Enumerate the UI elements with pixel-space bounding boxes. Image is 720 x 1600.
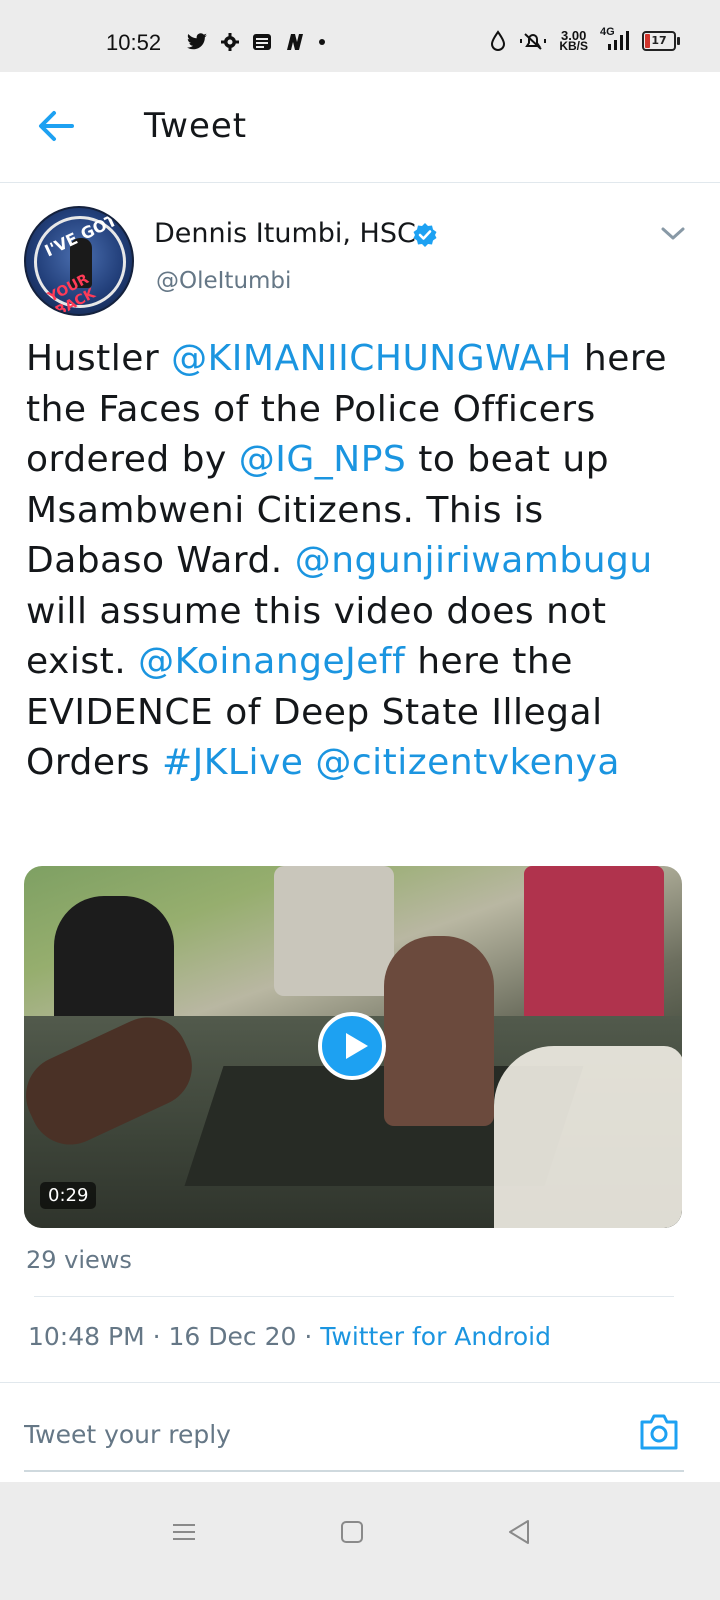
meta-separator: · bbox=[144, 1322, 169, 1351]
tweet-text: Hustler @KIMANIICHUNGWAH here the Faces … bbox=[26, 334, 686, 789]
verified-badge-icon bbox=[413, 223, 437, 247]
status-time: 10:52 bbox=[106, 30, 162, 55]
mute-bell-icon bbox=[520, 33, 547, 50]
battery-icon: 17 bbox=[642, 31, 680, 51]
chevron-down-icon[interactable] bbox=[660, 226, 686, 242]
tweet-meta: 10:48 PM · 16 Dec 20 · Twitter for Andro… bbox=[28, 1322, 551, 1351]
mention-link[interactable]: @IG_NPS bbox=[239, 439, 407, 480]
status-bar: 10:52 3.00 KB/S 4G 17 bbox=[0, 0, 720, 72]
news-icon bbox=[253, 34, 271, 50]
camera-icon[interactable] bbox=[638, 1412, 680, 1452]
page-title: Tweet bbox=[144, 106, 248, 146]
video-duration: 0:29 bbox=[40, 1182, 97, 1209]
divider bbox=[0, 1382, 720, 1383]
mention-link[interactable]: @ngunjiriwambugu bbox=[295, 540, 653, 581]
mention-link[interactable]: @citizentvkenya bbox=[315, 742, 620, 783]
mention-link[interactable]: @KoinangeJeff bbox=[138, 641, 405, 682]
meta-separator: · bbox=[296, 1322, 321, 1351]
home-square-icon[interactable] bbox=[332, 1512, 372, 1552]
tweet-time: 10:48 PM bbox=[28, 1322, 145, 1351]
tweet-text-segment: Hustler bbox=[26, 338, 172, 379]
reply-underline bbox=[24, 1470, 684, 1472]
tweet-source-link[interactable]: Twitter for Android bbox=[320, 1322, 551, 1351]
top-app-bar: Tweet bbox=[0, 72, 720, 183]
gear-icon bbox=[221, 33, 239, 51]
data-saver-icon bbox=[491, 30, 506, 51]
status-notification-icons bbox=[186, 32, 326, 52]
author-name[interactable]: Dennis Itumbi, HSC bbox=[154, 218, 416, 249]
dot-icon bbox=[319, 39, 325, 45]
hashtag-link[interactable]: #JKLive bbox=[162, 742, 303, 783]
view-count: 29 views bbox=[26, 1246, 132, 1274]
reply-input[interactable] bbox=[24, 1412, 584, 1456]
tweet-date: 16 Dec 20 bbox=[168, 1322, 297, 1351]
author-handle[interactable]: @OleItumbi bbox=[156, 268, 291, 294]
status-system-icons: 3.00 KB/S 4G 17 bbox=[489, 26, 680, 53]
avatar[interactable]: I'VE GOT YOUR BACK bbox=[24, 206, 134, 316]
twitter-icon bbox=[187, 33, 207, 50]
divider bbox=[34, 1296, 674, 1297]
network-speed: 3.00 KB/S bbox=[559, 29, 588, 53]
menu-icon[interactable] bbox=[164, 1512, 204, 1552]
n-icon bbox=[287, 34, 303, 50]
tweet-text-segment bbox=[303, 742, 315, 783]
battery-level: 17 bbox=[651, 34, 667, 47]
mention-link[interactable]: @KIMANIICHUNGWAH bbox=[171, 338, 572, 379]
network-speed-unit: KB/S bbox=[559, 39, 588, 53]
play-icon bbox=[346, 1033, 368, 1059]
system-nav-bar bbox=[0, 1482, 720, 1600]
play-button[interactable] bbox=[318, 1012, 386, 1080]
back-triangle-icon[interactable] bbox=[500, 1512, 540, 1552]
back-arrow-icon[interactable] bbox=[36, 108, 76, 144]
signal-icon: 4G bbox=[600, 26, 630, 52]
